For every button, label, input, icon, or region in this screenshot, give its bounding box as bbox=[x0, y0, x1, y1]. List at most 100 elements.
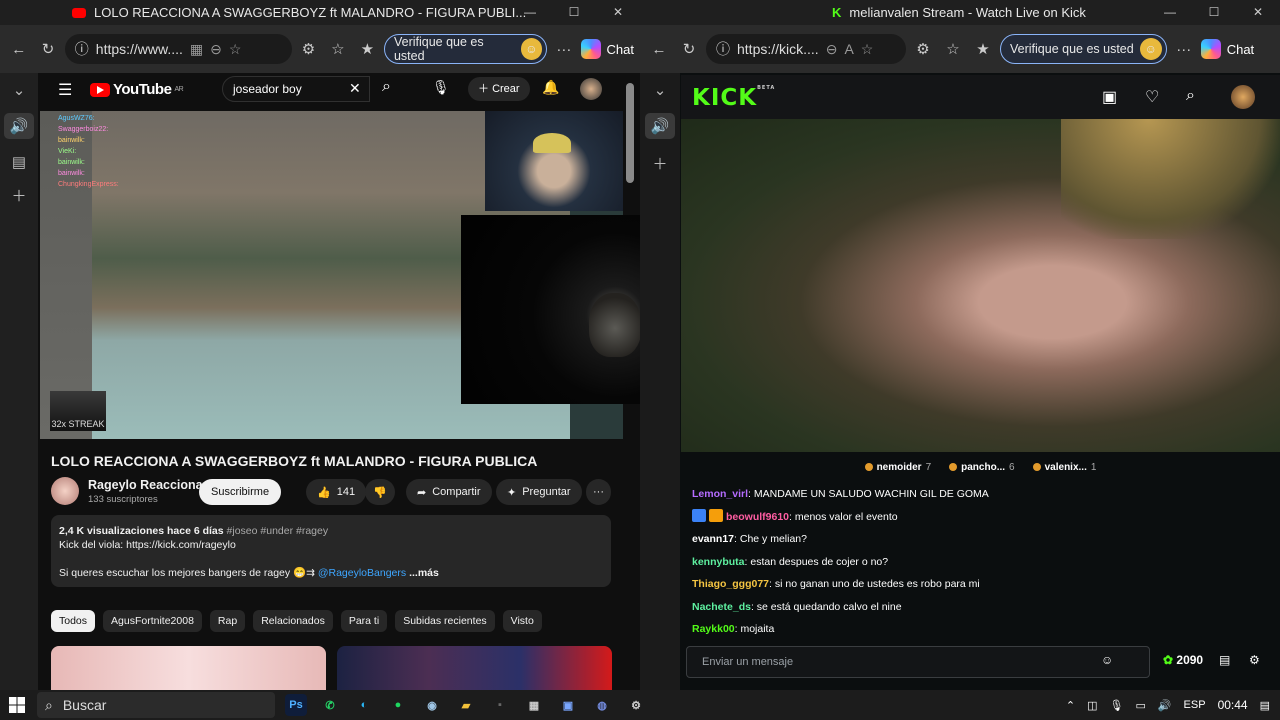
chevron-down-icon[interactable]: ⌄ bbox=[13, 81, 26, 99]
language-indicator[interactable]: ESP bbox=[1184, 699, 1206, 711]
address-bar[interactable]: ⓘ https://www.... ▦ ⊖ ☆ bbox=[64, 34, 292, 64]
user-avatar[interactable] bbox=[1231, 85, 1255, 109]
left-tab[interactable]: LOLO REACCIONA A SWAGGERBOYZ ft MALANDRO… bbox=[72, 5, 526, 20]
site-info-icon[interactable]: ⓘ bbox=[716, 39, 730, 59]
whatsapp-icon[interactable]: ✆ bbox=[319, 694, 341, 716]
search-icon[interactable]: ⌕ bbox=[382, 78, 391, 96]
more-icon[interactable]: ··· bbox=[551, 36, 576, 62]
video-thumbnail[interactable] bbox=[51, 646, 326, 690]
page-scrollbar[interactable] bbox=[626, 83, 634, 183]
chip-todos[interactable]: Todos bbox=[51, 610, 96, 632]
favorites-icon[interactable]: ☆ bbox=[325, 36, 350, 62]
minimize-icon[interactable]: — bbox=[508, 0, 552, 25]
stream-video[interactable] bbox=[681, 119, 1280, 452]
notifications-icon[interactable]: ▤ bbox=[1260, 699, 1270, 712]
tray-expand-icon[interactable]: ⌃ bbox=[1066, 699, 1075, 712]
zoom-icon[interactable]: ⊖ bbox=[210, 41, 222, 58]
copilot-chat-button[interactable]: Chat bbox=[580, 39, 634, 59]
zoom-icon[interactable]: ⊖ bbox=[826, 41, 838, 58]
chat-username[interactable]: kennybuta bbox=[692, 556, 745, 568]
apps-grid-icon[interactable]: ▦ bbox=[523, 694, 545, 716]
camera-icon[interactable]: ◫ bbox=[1087, 699, 1097, 712]
read-aloud-icon[interactable]: A bbox=[844, 41, 853, 57]
hashtags[interactable]: #joseo #under #ragey bbox=[227, 525, 329, 537]
chat-username[interactable]: evann17 bbox=[692, 533, 734, 545]
favorite-icon[interactable]: ☆ bbox=[229, 41, 242, 58]
discord-icon[interactable]: ◍ bbox=[591, 694, 613, 716]
youtube-logo[interactable]: YouTube AR bbox=[90, 81, 184, 98]
chip-subidas-recientes[interactable]: Subidas recientes bbox=[395, 610, 495, 632]
taskbar-search[interactable]: ⌕ Buscar bbox=[37, 692, 275, 718]
chip-relacionados[interactable]: Relacionados bbox=[253, 610, 333, 632]
kick-logo[interactable]: KICKBETA bbox=[692, 85, 775, 111]
chat-username[interactable]: Nachete_ds bbox=[692, 601, 751, 613]
bangers-channel-link[interactable]: @RageyloBangers bbox=[318, 567, 406, 579]
chat-username[interactable]: Raykk00 bbox=[692, 623, 735, 635]
reload-icon[interactable]: ↻ bbox=[35, 36, 60, 62]
spotify-icon[interactable]: ● bbox=[387, 694, 409, 716]
clear-search-icon[interactable]: ✕ bbox=[349, 80, 361, 97]
share-button[interactable]: ➦ Compartir bbox=[406, 479, 492, 505]
maximize-icon[interactable]: ☐ bbox=[552, 0, 596, 25]
account-avatar[interactable] bbox=[580, 78, 602, 100]
back-icon[interactable]: ← bbox=[6, 36, 31, 62]
browse-icon[interactable]: ▣ bbox=[1102, 87, 1117, 107]
calendar-icon[interactable]: ▣ bbox=[557, 694, 579, 716]
volume-icon[interactable]: 🔊 bbox=[1158, 699, 1172, 712]
mic-icon[interactable]: 🎙 bbox=[432, 79, 450, 96]
settings-icon[interactable]: ⚙ bbox=[625, 694, 647, 716]
more-icon[interactable]: ··· bbox=[1171, 36, 1197, 62]
more-actions-button[interactable]: ··· bbox=[586, 479, 611, 505]
chip-agusfortnite2008[interactable]: AgusFortnite2008 bbox=[103, 610, 202, 632]
start-icon[interactable] bbox=[9, 697, 25, 713]
collections-icon[interactable]: ★ bbox=[970, 36, 996, 62]
chat-message-input[interactable]: Enviar un mensaje bbox=[686, 646, 1150, 678]
notifications-icon[interactable]: 🔔 bbox=[542, 79, 559, 96]
search-input[interactable]: joseador boy bbox=[222, 76, 370, 102]
favorites-icon[interactable]: ☆ bbox=[940, 36, 966, 62]
verify-button[interactable]: Verifique que es usted ☺ bbox=[383, 34, 548, 64]
dislike-button[interactable]: 👎 bbox=[365, 479, 395, 505]
create-button[interactable]: ＋ Crear bbox=[468, 77, 530, 101]
terminal-icon[interactable]: ▪ bbox=[489, 694, 511, 716]
tab-audio-icon[interactable]: 🔊 bbox=[4, 113, 34, 139]
close-icon[interactable]: ✕ bbox=[596, 0, 640, 25]
back-icon[interactable]: ← bbox=[646, 36, 672, 62]
steam-icon[interactable]: ◉ bbox=[421, 694, 443, 716]
reload-icon[interactable]: ↻ bbox=[676, 36, 702, 62]
chat-menu-icon[interactable]: ▤ bbox=[1219, 653, 1230, 667]
channel-avatar[interactable] bbox=[51, 477, 79, 505]
channel-points[interactable]: ✿ 2090 bbox=[1163, 653, 1203, 667]
menu-icon[interactable]: ☰ bbox=[58, 80, 72, 100]
site-info-icon[interactable]: ⓘ bbox=[75, 39, 89, 59]
chat-username[interactable]: Lemon_virl bbox=[692, 488, 748, 500]
tab-audio-icon[interactable]: 🔊 bbox=[645, 113, 675, 139]
video-description[interactable]: 2,4 K visualizaciones hace 6 días #joseo… bbox=[51, 515, 611, 587]
subscribe-button[interactable]: Suscribirme bbox=[199, 479, 282, 505]
close-icon[interactable]: ✕ bbox=[1236, 0, 1280, 25]
leaderboard-entry[interactable]: valenix... 1 bbox=[1032, 462, 1096, 473]
chip-para-ti[interactable]: Para ti bbox=[340, 610, 388, 632]
ask-button[interactable]: ✦ Preguntar bbox=[496, 479, 582, 505]
channel-name[interactable]: Rageylo Reacciona bbox=[88, 478, 203, 492]
verify-button[interactable]: Verifique que es usted ☺ bbox=[1000, 34, 1167, 64]
heart-icon[interactable]: ♡ bbox=[1145, 87, 1159, 107]
tab-list-icon[interactable]: ▤ bbox=[12, 153, 26, 171]
extensions-icon[interactable]: ⚙ bbox=[296, 36, 321, 62]
file-explorer-icon[interactable]: ▰ bbox=[455, 694, 477, 716]
chevron-down-icon[interactable]: ⌄ bbox=[654, 81, 667, 99]
add-tab-icon[interactable]: ＋ bbox=[652, 153, 667, 174]
emote-picker-icon[interactable]: ☺ bbox=[1101, 653, 1113, 667]
copilot-chat-button[interactable]: Chat bbox=[1200, 39, 1254, 59]
chip-visto[interactable]: Visto bbox=[502, 610, 542, 632]
address-bar[interactable]: ⓘ https://kick.... ⊖ A ☆ bbox=[706, 34, 906, 64]
chip-rap[interactable]: Rap bbox=[209, 610, 246, 632]
show-more-link[interactable]: ...más bbox=[409, 567, 439, 579]
app-icon[interactable]: ▦ bbox=[190, 41, 203, 58]
collections-icon[interactable]: ★ bbox=[355, 36, 380, 62]
extensions-icon[interactable]: ⚙ bbox=[910, 36, 936, 62]
like-button[interactable]: 👍 141 bbox=[306, 479, 367, 505]
search-icon[interactable]: ⌕ bbox=[1186, 87, 1195, 105]
mic-icon[interactable]: 🎙 bbox=[1109, 699, 1123, 712]
right-tab[interactable]: K melianvalen Stream - Watch Live on Kic… bbox=[832, 5, 1086, 20]
